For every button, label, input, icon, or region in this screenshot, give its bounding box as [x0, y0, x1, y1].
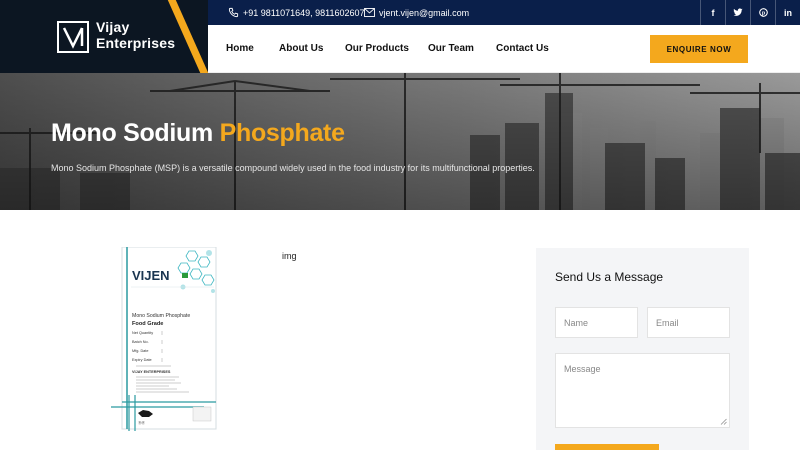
brand-name-line2: Enterprises: [96, 35, 176, 51]
email-input[interactable]: Email: [647, 307, 730, 338]
bag-field: Net Quantity: [132, 331, 153, 335]
image-alt-text: img: [282, 251, 297, 261]
name-input[interactable]: Name: [555, 307, 638, 338]
linkedin-icon[interactable]: in: [775, 0, 800, 25]
pinterest-icon[interactable]: p: [750, 0, 775, 25]
nav-about-us[interactable]: About Us: [279, 25, 323, 73]
page-banner: Mono Sodium Phosphate Mono Sodium Phosph…: [0, 73, 800, 210]
top-contact-bar: +91 9811071649, 9811602607 vjent.vijen@g…: [208, 0, 800, 25]
social-links: f p in: [700, 0, 800, 25]
page-title-plain: Mono Sodium: [51, 119, 220, 147]
logo[interactable]: Vijay Enterprises: [0, 0, 208, 73]
bag-field: Batch No.: [132, 340, 149, 344]
page-subtitle: Mono Sodium Phosphate (MSP) is a versati…: [51, 163, 535, 173]
resize-grip-icon[interactable]: [720, 418, 727, 425]
bag-maker: VIJAY ENTERPRISES: [132, 370, 171, 374]
message-textarea[interactable]: Message: [555, 353, 730, 428]
svg-text:ⓇⓇ: ⓇⓇ: [138, 420, 145, 425]
form-title: Send Us a Message: [555, 270, 664, 284]
envelope-icon: [364, 8, 375, 17]
twitter-icon[interactable]: [725, 0, 750, 25]
phone-numbers: +91 9811071649, 9811602607: [243, 7, 365, 18]
page-title-accent: Phosphate: [219, 119, 345, 147]
email-contact[interactable]: vjent.vijen@gmail.com: [364, 0, 469, 25]
nav-our-products[interactable]: Our Products: [345, 25, 409, 73]
nav-our-team[interactable]: Our Team: [428, 25, 474, 73]
product-bag-image: VIJEN Mono Sodium Phosphate Food Grade N…: [109, 246, 219, 431]
page-title: Mono Sodium Phosphate: [51, 119, 345, 148]
brand-name: Vijay Enterprises: [96, 19, 175, 51]
phone-contact[interactable]: +91 9811071649, 9811602607: [228, 0, 365, 25]
nav-contact-us[interactable]: Contact Us: [496, 25, 549, 73]
bag-field: Expiry Date: [132, 358, 152, 362]
message-placeholder: Message: [564, 364, 601, 374]
main-nav: Home About Us Our Products Our Team Cont…: [208, 25, 800, 73]
nav-home[interactable]: Home: [226, 25, 254, 73]
facebook-icon[interactable]: f: [700, 0, 725, 25]
bag-product-name: Mono Sodium Phosphate: [132, 313, 190, 319]
logo-mark-icon: [57, 21, 89, 53]
phone-icon: [228, 7, 239, 18]
bag-grade: Food Grade: [132, 321, 163, 327]
bag-field: Mfg. Date: [132, 349, 148, 353]
contact-form: Send Us a Message Name Email Message: [536, 248, 749, 450]
send-message-button[interactable]: [555, 444, 659, 450]
brand-name-line1: Vijay: [96, 19, 130, 35]
enquire-now-button[interactable]: ENQUIRE NOW: [650, 35, 748, 63]
bag-brand: VIJEN: [132, 268, 170, 283]
email-address: vjent.vijen@gmail.com: [379, 7, 470, 18]
